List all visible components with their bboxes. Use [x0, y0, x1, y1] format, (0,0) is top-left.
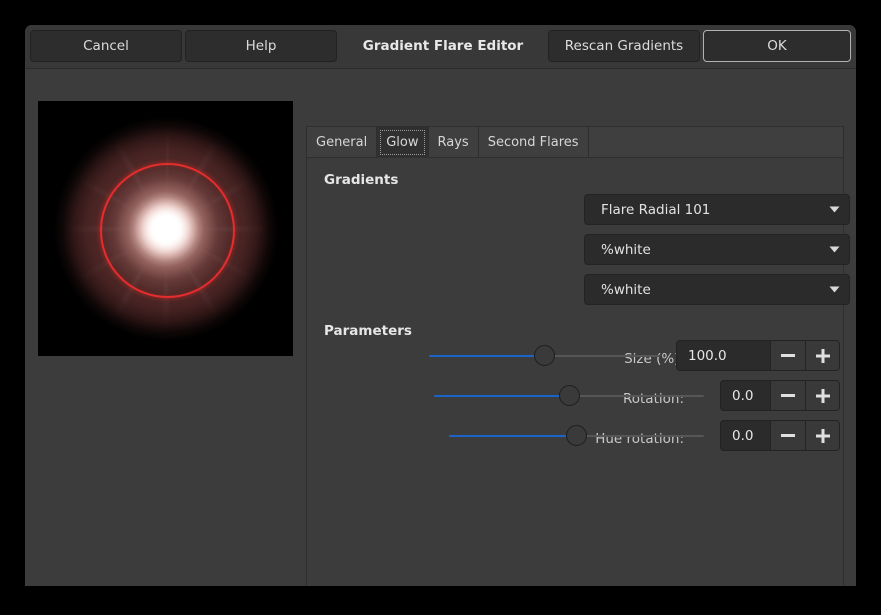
radial-gradient-value: Flare Radial 101 [585, 202, 819, 218]
ok-button[interactable]: OK [703, 30, 851, 62]
hue-rotation-slider-fill [449, 435, 577, 437]
flare-core-icon [134, 197, 198, 261]
gradients-section-title: Gradients [324, 172, 398, 188]
glow-page: Gradients Radial gradient: Flare Radial … [307, 158, 843, 586]
angular-size-gradient-combo[interactable]: %white [584, 274, 850, 305]
size-value-input[interactable]: 100.0 [676, 340, 770, 371]
settings-notebook: General Glow Rays Second Flares [306, 126, 844, 586]
size-slider-handle[interactable] [534, 345, 555, 366]
help-button[interactable]: Help [185, 30, 337, 62]
parameters-section-title: Parameters [324, 323, 412, 339]
rescan-gradients-button-label: Rescan Gradients [565, 38, 683, 54]
dialog-header-bar: Cancel Help Gradient Flare Editor Rescan… [25, 25, 856, 69]
size-slider-fill [429, 355, 545, 357]
hue-rotation-slider[interactable] [449, 425, 704, 447]
rotation-decrement-button[interactable] [770, 380, 805, 411]
angular-size-gradient-value: %white [585, 282, 819, 298]
size-spinbutton[interactable]: 100.0 [676, 340, 840, 371]
hue-rotation-value-input[interactable]: 0.0 [720, 420, 770, 451]
screen: Cancel Help Gradient Flare Editor Rescan… [0, 0, 881, 615]
tab-rays-label: Rays [438, 135, 469, 150]
rescan-gradients-button[interactable]: Rescan Gradients [548, 30, 700, 62]
ok-button-label: OK [767, 38, 786, 54]
rotation-spinbutton[interactable]: 0.0 [720, 380, 840, 411]
chevron-down-icon [819, 286, 849, 293]
hue-rotation-slider-handle[interactable] [566, 425, 587, 446]
radial-gradient-combo[interactable]: Flare Radial 101 [584, 194, 850, 225]
chevron-down-icon [819, 246, 849, 253]
dialog-title: Gradient Flare Editor [342, 30, 544, 62]
tabstrip-filler [589, 127, 843, 158]
size-increment-button[interactable] [805, 340, 840, 371]
hue-rotation-increment-button[interactable] [805, 420, 840, 451]
angular-gradient-value: %white [585, 242, 819, 258]
help-button-label: Help [246, 38, 277, 54]
tab-general[interactable]: General [307, 127, 377, 158]
rotation-slider-fill [434, 395, 569, 397]
hue-rotation-spinbutton[interactable]: 0.0 [720, 420, 840, 451]
chevron-down-icon [819, 206, 849, 213]
notebook-tabstrip: General Glow Rays Second Flares [307, 127, 843, 158]
rotation-value-input[interactable]: 0.0 [720, 380, 770, 411]
flare-preview[interactable] [38, 101, 293, 356]
rotation-slider[interactable] [434, 385, 704, 407]
tab-second-flares-label: Second Flares [488, 135, 579, 150]
tab-rays[interactable]: Rays [429, 127, 479, 158]
tab-general-label: General [316, 135, 367, 150]
dialog-body: General Glow Rays Second Flares [25, 69, 856, 586]
tab-glow-label: Glow [386, 135, 418, 150]
gradient-flare-editor-window: Cancel Help Gradient Flare Editor Rescan… [25, 25, 856, 586]
size-decrement-button[interactable] [770, 340, 805, 371]
cancel-button[interactable]: Cancel [30, 30, 182, 62]
hue-rotation-decrement-button[interactable] [770, 420, 805, 451]
angular-gradient-combo[interactable]: %white [584, 234, 850, 265]
rotation-increment-button[interactable] [805, 380, 840, 411]
tab-glow[interactable]: Glow [377, 127, 428, 158]
cancel-button-label: Cancel [83, 38, 129, 54]
tab-second-flares[interactable]: Second Flares [479, 127, 589, 158]
rotation-slider-handle[interactable] [559, 385, 580, 406]
size-slider[interactable] [429, 345, 660, 367]
